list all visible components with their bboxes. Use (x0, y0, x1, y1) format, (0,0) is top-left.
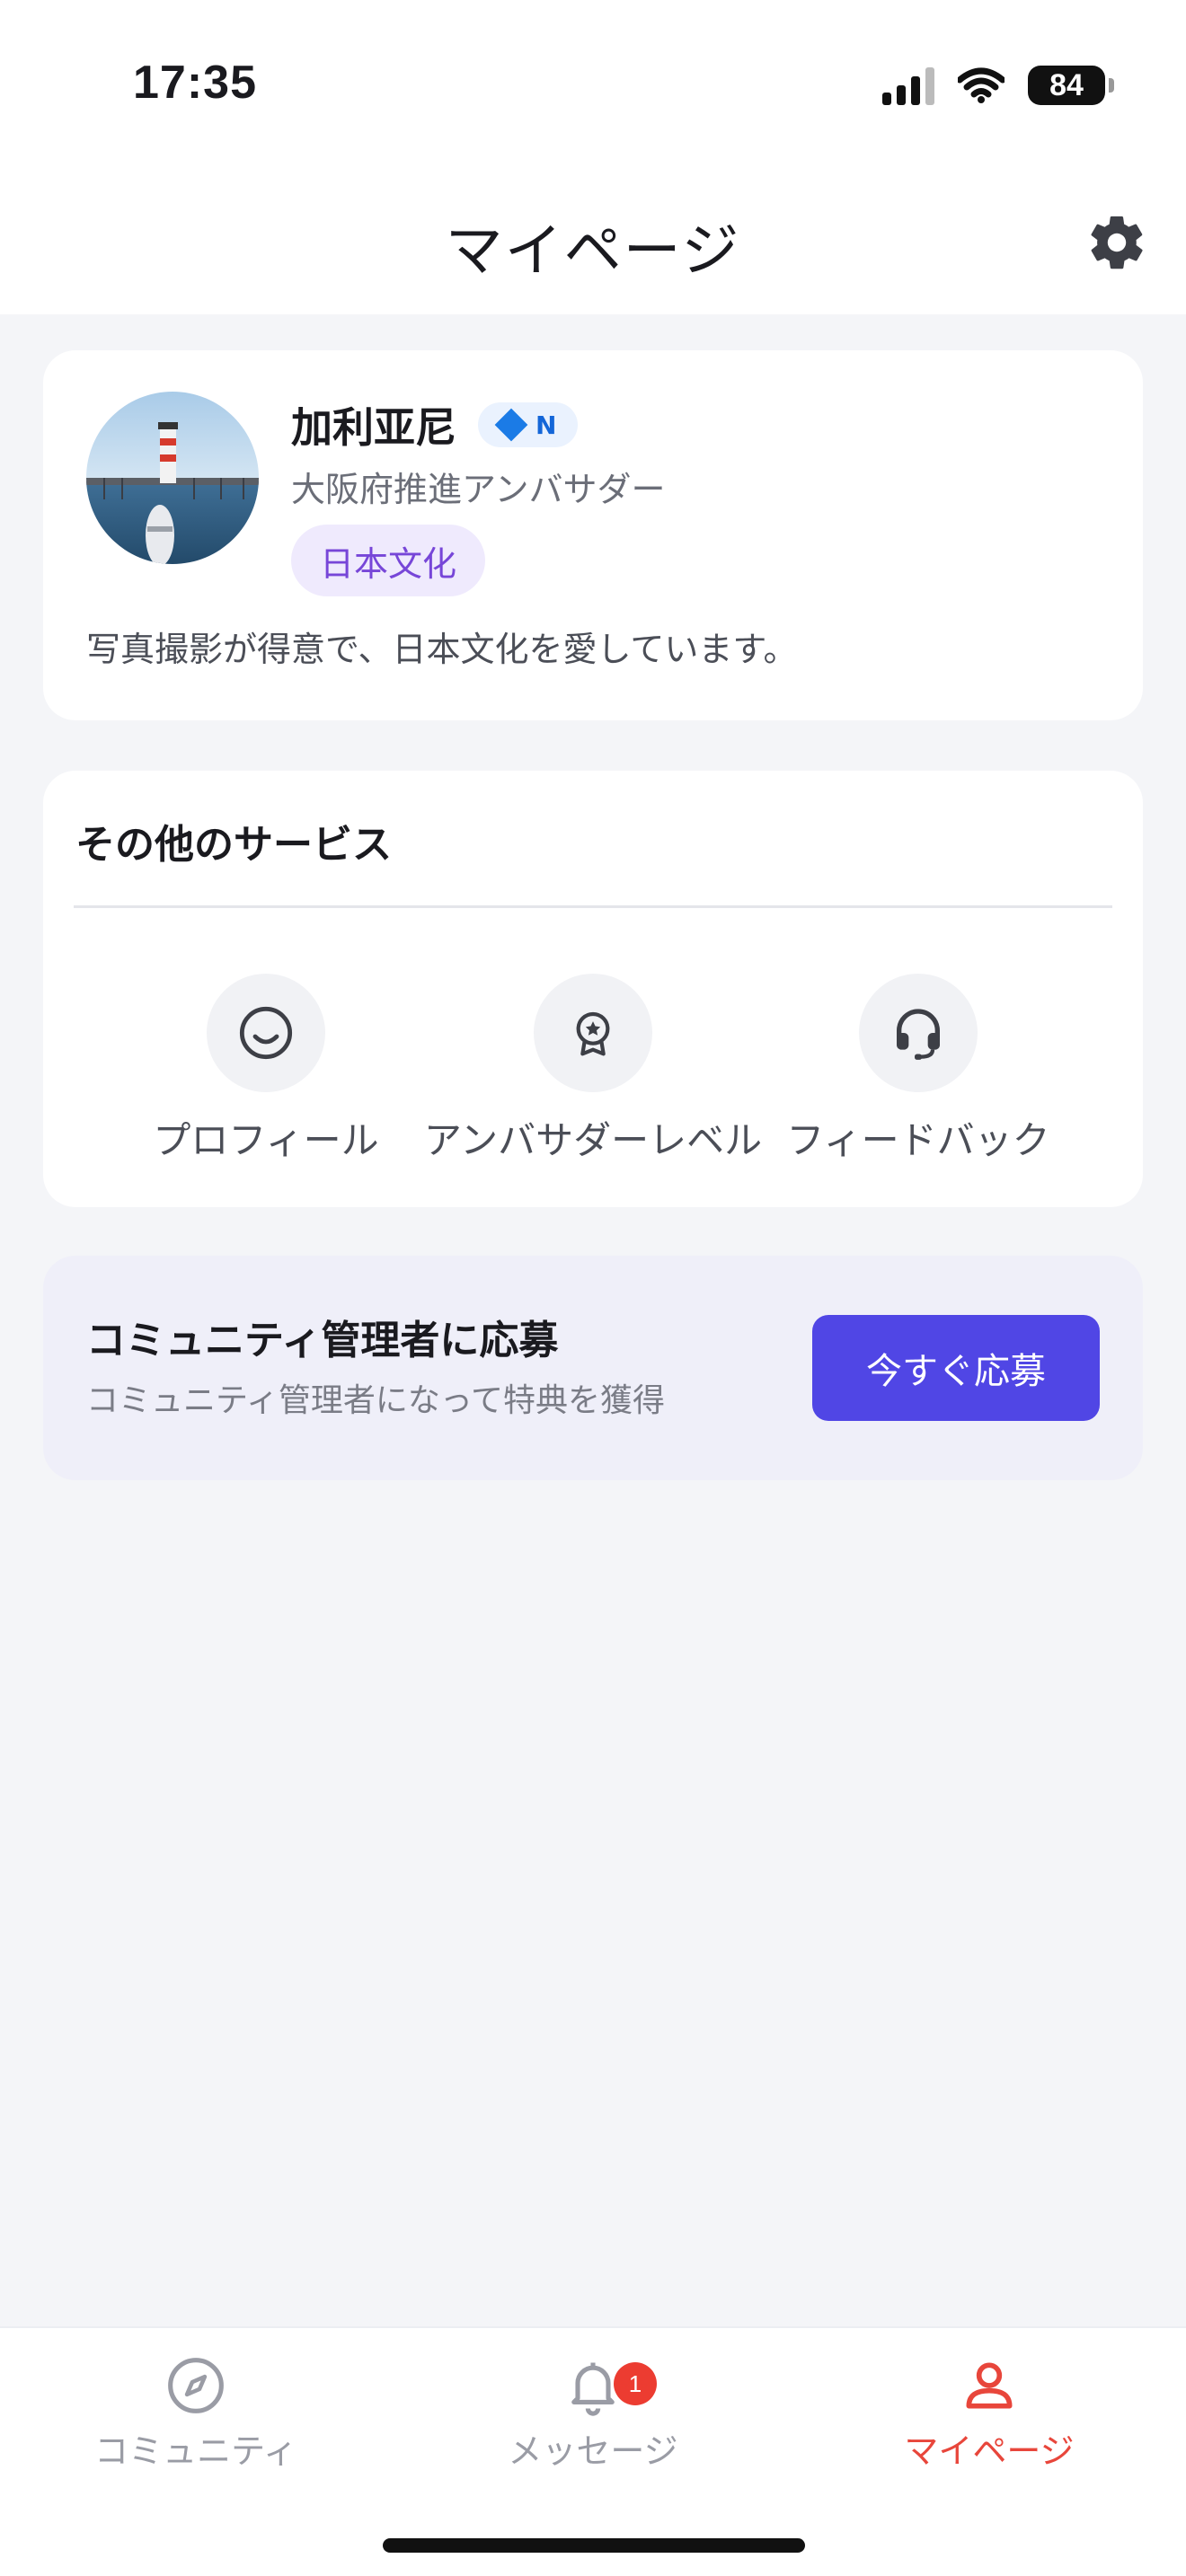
level-badge: N (478, 402, 579, 447)
tab-label: コミュニティ (94, 2431, 297, 2471)
apply-banner: コミュニティ管理者に応募 コミュニティ管理者になって特典を獲得 今すぐ応募 (43, 1256, 1143, 1480)
service-label: フィードバック (786, 1118, 1050, 1162)
service-ambassador-level[interactable]: アンバサダーレベル (424, 974, 762, 1165)
wifi-icon (958, 67, 1005, 103)
service-label: アンバサダーレベル (423, 1118, 763, 1162)
name-row: 加利亚尼 N (291, 395, 579, 454)
cellular-signal-icon (882, 66, 934, 105)
award-icon (576, 1011, 610, 1056)
notification-badge: 1 (614, 2362, 657, 2405)
interest-tag: 日本文化 (291, 525, 486, 596)
user-name: 加利亚尼 (291, 403, 456, 452)
tab-community[interactable]: コミュニティ (48, 2355, 344, 2473)
services-card: その他のサービス プロフィール アンバサダーレベル フィードバック (43, 771, 1143, 1207)
status-bar: 17:35 84 (0, 0, 1186, 171)
tab-mypage[interactable]: マイページ (841, 2355, 1137, 2473)
status-icons: 84 (882, 63, 1114, 108)
divider (74, 905, 1112, 908)
service-label: プロフィール (153, 1118, 379, 1162)
compass-icon (168, 2358, 224, 2413)
banner-subtitle: コミュニティ管理者になって特典を獲得 (86, 1382, 666, 1419)
page-title: マイページ (445, 218, 741, 285)
user-bio: 写真撮影が得意で、日本文化を愛しています。 (86, 630, 798, 669)
service-feedback[interactable]: フィードバック (766, 974, 1071, 1165)
level-badge-label: N (535, 410, 557, 440)
gear-icon (1091, 216, 1143, 269)
user-role: 大阪府推進アンバサダー (291, 470, 666, 509)
service-profile[interactable]: プロフィール (113, 974, 419, 1165)
headset-icon (897, 1009, 940, 1060)
tab-label: マイページ (904, 2431, 1075, 2471)
services-title: その他のサービス (75, 822, 392, 868)
status-time: 17:35 (133, 57, 257, 109)
banner-title: コミュニティ管理者に応募 (86, 1318, 559, 1363)
avatar[interactable] (86, 392, 259, 564)
smile-icon (239, 1006, 293, 1060)
tab-messages[interactable]: 1 メッセージ (445, 2355, 741, 2473)
profile-card: 加利亚尼 N 大阪府推進アンバサダー 日本文化 写真撮影が得意で、日本文化を愛し… (43, 350, 1143, 720)
page-header: マイページ (0, 171, 1186, 314)
settings-button[interactable] (1085, 211, 1148, 274)
tab-label: メッセージ (508, 2431, 678, 2471)
home-indicator (383, 2538, 805, 2553)
battery-icon: 84 (1028, 66, 1114, 105)
apply-now-button[interactable]: 今すぐ応募 (812, 1315, 1100, 1421)
person-icon (966, 2362, 1013, 2409)
diamond-icon (494, 408, 528, 442)
